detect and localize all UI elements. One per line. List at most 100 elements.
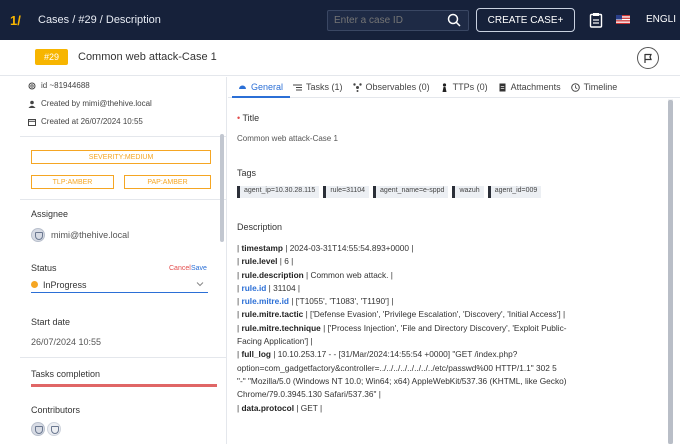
description-line: Chrome/79.0.3945.130 Safari/537.36" | [237,389,381,400]
field-key: full_log [241,349,271,360]
status-label: Status [31,263,57,273]
search-icon[interactable] [446,12,462,28]
field-value: | 10.10.253.17 - - [31/Mar/2024:14:55:54… [270,349,518,360]
case-title: Common web attack-Case 1 [78,51,217,63]
assignee-value: mimi@thehive.local [51,230,130,240]
us-flag-icon[interactable] [616,15,630,24]
tab-tasks[interactable]: Tasks (1) [293,77,343,97]
avatar[interactable] [31,422,45,436]
case-details-panel: id ~81944688 Created by mimi@thehive.loc… [20,77,227,444]
left-panel-scrollbar[interactable] [220,134,224,242]
general-tab-content: • Title Common web attack-Case 1 Tags ag… [237,104,667,444]
field-value: | 6 | [277,256,294,267]
status-select[interactable]: InProgress [31,277,208,293]
status-dot [31,281,38,288]
tags-list[interactable]: agent_ip=10.30.28.115 rule=31104 agent_n… [237,186,542,198]
clock-icon [570,82,580,92]
field-key: rule.level [241,256,278,267]
flag-case-button[interactable] [637,47,659,69]
title-label: • Title [237,113,260,123]
start-date-value[interactable]: 26/07/2024 10:55 [31,337,101,347]
calendar-icon [28,118,36,126]
app-logo[interactable]: 1/ [10,13,32,28]
field-key: data.protocol [241,402,295,413]
tags-label: Tags [237,168,257,178]
clipboard-icon[interactable] [589,12,603,28]
fingerprint-icon [28,82,36,89]
tab-label: Observables (0) [365,82,430,92]
field-key-link[interactable]: rule.mitre.id [241,296,289,306]
tab-label: General [251,82,284,92]
tab-label: TTPs (0) [452,82,488,92]
description-line: | rule.id | 31104 | [237,282,301,293]
description-line: | full_log | 10.10.253.17 - - [31/Mar/20… [237,349,518,360]
tasks-completion-label: Tasks completion [31,369,101,379]
tab-ttps[interactable]: TTPs (0) [440,77,488,97]
case-number-badge: #29 [35,49,68,65]
field-key: timestamp [241,243,283,253]
field-value: | ['Process Injection', 'File and Direct… [320,322,567,333]
flag-icon [644,53,652,63]
field-key: rule.mitre.tactic [241,309,304,320]
status-save-link[interactable]: Save [191,265,207,272]
avatar [31,228,45,242]
tag[interactable]: agent_name=e-sppd [373,186,449,198]
description-line: option=com_gadgetfactory&controller=../.… [237,362,557,373]
title-label-text: Title [242,113,260,123]
field-key-link[interactable]: rule.id [241,283,266,293]
tab-observables[interactable]: Observables (0) [352,77,430,97]
description-body[interactable]: | timestamp | 2024-03-31T14:55:54.893+00… [237,242,662,415]
assignee-field[interactable]: mimi@thehive.local [31,228,129,242]
tag[interactable]: agent_ip=10.30.28.115 [237,186,320,198]
description-line: | timestamp | 2024-03-31T14:55:54.893+00… [237,243,414,253]
tab-attachments[interactable]: Attachments [498,77,561,97]
language-selector[interactable]: ENGLI [646,14,676,25]
field-value: | 2024-03-31T14:55:54.893+0000 | [282,243,414,253]
avatar[interactable] [47,422,61,436]
tag[interactable]: agent_id=009 [487,186,542,198]
description-line: Facing Application'] | [237,336,313,347]
status-cancel-link[interactable]: Cancel [169,265,191,272]
assignee-label: Assignee [31,209,69,219]
description-line: | rule.mitre.technique | ['Process Injec… [237,322,567,333]
created-at-line: Created at 26/07/2024 10:55 [28,117,143,126]
create-case-button[interactable]: CREATE CASE+ [476,8,575,32]
circle-icon [239,85,246,89]
field-value: | 31104 | [266,282,301,293]
description-line: | rule.mitre.id | ['T1055', 'T1083', 'T1… [237,296,394,307]
tasks-completion-bar [31,384,217,387]
tab-label: Attachments [510,82,561,92]
tab-timeline[interactable]: Timeline [570,77,617,97]
start-date-label: Start date [31,317,71,327]
contributors-label: Contributors [31,405,81,415]
created-at: Created at 26/07/2024 10:55 [41,117,143,126]
field-value: | Common web attack. | [303,269,393,280]
divider [20,136,227,137]
content-scrollbar[interactable] [668,100,673,444]
created-by-line: Created by mimi@thehive.local [28,99,152,108]
description-line: | rule.mitre.tactic | ['Defense Evasion'… [237,309,566,320]
tab-general[interactable]: General [238,77,283,97]
user-icon [28,100,36,108]
created-by: Created by mimi@thehive.local [41,99,152,108]
divider [20,357,227,358]
description-line: "-" "Mozilla/5.0 (Windows NT 10.0; Win64… [237,375,567,386]
pap-badge[interactable]: PAP:AMBER [124,175,211,189]
tag[interactable]: wazuh [452,186,484,198]
tabs-divider [228,97,680,98]
case-id-line: id ~81944688 [28,81,90,90]
case-tabs: General Tasks (1) Observables (0) TTPs (… [228,77,680,97]
divider [20,199,227,200]
file-icon [499,83,506,91]
tag[interactable]: rule=31104 [323,186,370,198]
chevron-down-icon [196,282,204,287]
breadcrumb[interactable]: Cases / #29 / Description [38,14,161,26]
field-key: rule.mitre.technique [241,322,321,333]
severity-badge[interactable]: SEVERITY:MEDIUM [31,150,211,164]
field-value: | GET | [294,402,323,413]
field-value: | ['T1055', 'T1083', 'T1190'] | [288,296,394,307]
active-tab-indicator [232,96,290,98]
tlp-badge[interactable]: TLP:AMBER [31,175,114,189]
title-value[interactable]: Common web attack-Case 1 [237,134,338,143]
list-icon [293,84,303,90]
